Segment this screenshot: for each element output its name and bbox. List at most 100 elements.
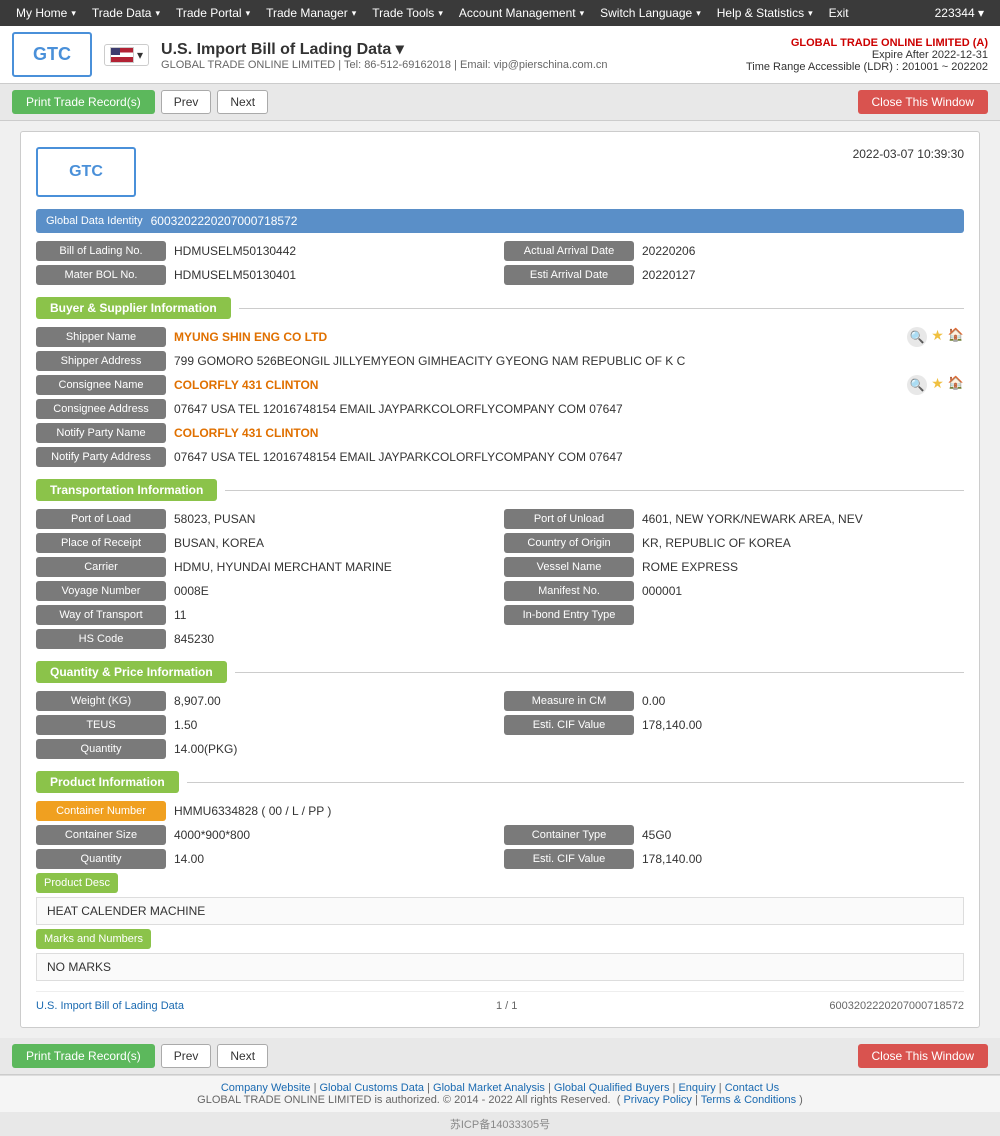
container-size-type-row: Container Size 4000*900*800 Container Ty…	[36, 825, 964, 845]
nav-trade-portal[interactable]: Trade Portal▾	[168, 0, 258, 26]
consignee-star-icon[interactable]: ★	[931, 375, 944, 395]
container-type-label: Container Type	[504, 825, 634, 845]
weight-value: 8,907.00	[174, 694, 496, 708]
footer-company-website[interactable]: Company Website	[221, 1082, 311, 1094]
receipt-country-row: Place of Receipt BUSAN, KOREA Country of…	[36, 533, 964, 553]
mater-bol-value: HDMUSELM50130401	[174, 268, 496, 282]
nav-my-home[interactable]: My Home▾	[8, 0, 84, 26]
product-desc-row: Product Desc	[36, 873, 964, 893]
consignee-address-value: 07647 USA TEL 12016748154 EMAIL JAYPARKC…	[174, 402, 964, 416]
way-transport-value: 11	[174, 608, 496, 622]
voyage-label: Voyage Number	[36, 581, 166, 601]
footer-links: Company Website | Global Customs Data | …	[12, 1082, 988, 1094]
search-icon[interactable]: 🔍	[907, 327, 927, 347]
quantity-label: Quantity	[36, 739, 166, 759]
footer-global-qualified[interactable]: Global Qualified Buyers	[554, 1082, 670, 1094]
footer-global-market[interactable]: Global Market Analysis	[433, 1082, 545, 1094]
account-info: GLOBAL TRADE ONLINE LIMITED (A) Expire A…	[746, 37, 988, 73]
esti-arrival-value: 20220127	[642, 268, 964, 282]
top-navigation: My Home▾ Trade Data▾ Trade Portal▾ Trade…	[0, 0, 1000, 26]
product-quantity-cif-row: Quantity 14.00 Esti. CIF Value 178,140.0…	[36, 849, 964, 869]
card-footer-link[interactable]: U.S. Import Bill of Lading Data	[36, 1000, 184, 1012]
port-row: Port of Load 58023, PUSAN Port of Unload…	[36, 509, 964, 529]
nav-trade-data[interactable]: Trade Data▾	[84, 0, 168, 26]
star-icon[interactable]: ★	[931, 327, 944, 347]
container-number-row: Container Number HMMU6334828 ( 00 / L / …	[36, 801, 964, 821]
shipper-name-value: MYUNG SHIN ENG CO LTD	[174, 330, 895, 344]
prev-button-bottom[interactable]: Prev	[161, 1044, 212, 1068]
nav-help-statistics[interactable]: Help & Statistics▾	[709, 0, 821, 26]
mater-bol-label: Mater BOL No.	[36, 265, 166, 285]
product-desc-value: HEAT CALENDER MACHINE	[47, 904, 205, 918]
bol-field: Bill of Lading No. HDMUSELM50130442	[36, 241, 496, 261]
footer-contact-us[interactable]: Contact Us	[725, 1082, 779, 1094]
marks-label: Marks and Numbers	[36, 929, 151, 949]
consignee-search-icon[interactable]: 🔍	[907, 375, 927, 395]
flag-button[interactable]: ▾	[104, 44, 149, 66]
footer-enquiry[interactable]: Enquiry	[678, 1082, 715, 1094]
nav-trade-tools[interactable]: Trade Tools▾	[364, 0, 451, 26]
footer-copyright: GLOBAL TRADE ONLINE LIMITED is authorize…	[12, 1094, 988, 1106]
nav-trade-manager[interactable]: Trade Manager▾	[258, 0, 364, 26]
product-esti-cif-value: 178,140.00	[642, 852, 964, 866]
notify-party-address-label: Notify Party Address	[36, 447, 166, 467]
manifest-label: Manifest No.	[504, 581, 634, 601]
vessel-name-label: Vessel Name	[504, 557, 634, 577]
close-button-top[interactable]: Close This Window	[858, 90, 988, 114]
product-info-title: Product Information	[36, 771, 179, 793]
card-header: GTC 2022-03-07 10:39:30	[36, 147, 964, 197]
print-button-bottom[interactable]: Print Trade Record(s)	[12, 1044, 155, 1068]
teus-cif-row: TEUS 1.50 Esti. CIF Value 178,140.00	[36, 715, 964, 735]
print-button-top[interactable]: Print Trade Record(s)	[12, 90, 155, 114]
manifest-value: 000001	[642, 584, 964, 598]
main-content: GTC 2022-03-07 10:39:30 Global Data Iden…	[0, 121, 1000, 1038]
notify-party-name-row: Notify Party Name COLORFLY 431 CLINTON	[36, 423, 964, 443]
carrier-vessel-row: Carrier HDMU, HYUNDAI MERCHANT MARINE Ve…	[36, 557, 964, 577]
card-footer: U.S. Import Bill of Lading Data 1 / 1 60…	[36, 991, 964, 1012]
shipper-address-value: 799 GOMORO 526BEONGIL JILLYEMYEON GIMHEA…	[174, 354, 964, 368]
global-data-label: Global Data Identity	[46, 215, 143, 227]
quantity-value: 14.00(PKG)	[174, 742, 964, 756]
record-card: GTC 2022-03-07 10:39:30 Global Data Iden…	[20, 131, 980, 1028]
nav-exit[interactable]: Exit	[821, 0, 857, 26]
prev-button-top[interactable]: Prev	[161, 90, 212, 114]
vessel-name-value: ROME EXPRESS	[642, 560, 964, 574]
page-title: U.S. Import Bill of Lading Data ▾	[161, 39, 734, 59]
product-info-header: Product Information	[36, 771, 964, 793]
toolbar-bottom: Print Trade Record(s) Prev Next Close Th…	[0, 1038, 1000, 1075]
actual-arrival-field: Actual Arrival Date 20220206	[504, 241, 964, 261]
nav-account-management[interactable]: Account Management▾	[451, 0, 592, 26]
way-transport-label: Way of Transport	[36, 605, 166, 625]
voyage-value: 0008E	[174, 584, 496, 598]
carrier-value: HDMU, HYUNDAI MERCHANT MARINE	[174, 560, 496, 574]
icp-footer: 苏ICP备14033305号	[0, 1112, 1000, 1136]
shipper-address-row: Shipper Address 799 GOMORO 526BEONGIL JI…	[36, 351, 964, 371]
port-load-value: 58023, PUSAN	[174, 512, 496, 526]
consignee-home-icon[interactable]: 🏠	[948, 375, 964, 395]
next-button-bottom[interactable]: Next	[217, 1044, 268, 1068]
transportation-header: Transportation Information	[36, 479, 964, 501]
bol-value: HDMUSELM50130442	[174, 244, 496, 258]
esti-arrival-field: Esti Arrival Date 20220127	[504, 265, 964, 285]
esti-cif-value: 178,140.00	[642, 718, 964, 732]
actual-arrival-label: Actual Arrival Date	[504, 241, 634, 261]
quantity-row: Quantity 14.00(PKG)	[36, 739, 964, 759]
carrier-label: Carrier	[36, 557, 166, 577]
consignee-name-label: Consignee Name	[36, 375, 166, 395]
home-icon[interactable]: 🏠	[948, 327, 964, 347]
footer-terms[interactable]: Terms & Conditions	[701, 1094, 796, 1106]
container-size-value: 4000*900*800	[174, 828, 496, 842]
header-title-area: U.S. Import Bill of Lading Data ▾ GLOBAL…	[161, 39, 734, 71]
consignee-icons: 🔍 ★ 🏠	[907, 375, 964, 395]
measure-label: Measure in CM	[504, 691, 634, 711]
footer-global-customs[interactable]: Global Customs Data	[320, 1082, 425, 1094]
next-button-top[interactable]: Next	[217, 90, 268, 114]
footer-privacy[interactable]: Privacy Policy	[623, 1094, 691, 1106]
expire-date: Expire After 2022-12-31	[746, 49, 988, 61]
close-button-bottom[interactable]: Close This Window	[858, 1044, 988, 1068]
nav-switch-language[interactable]: Switch Language▾	[592, 0, 709, 26]
mater-bol-row: Mater BOL No. HDMUSELM50130401 Esti Arri…	[36, 265, 964, 285]
transportation-title: Transportation Information	[36, 479, 217, 501]
esti-cif-label: Esti. CIF Value	[504, 715, 634, 735]
notify-party-address-value: 07647 USA TEL 12016748154 EMAIL JAYPARKC…	[174, 450, 964, 464]
